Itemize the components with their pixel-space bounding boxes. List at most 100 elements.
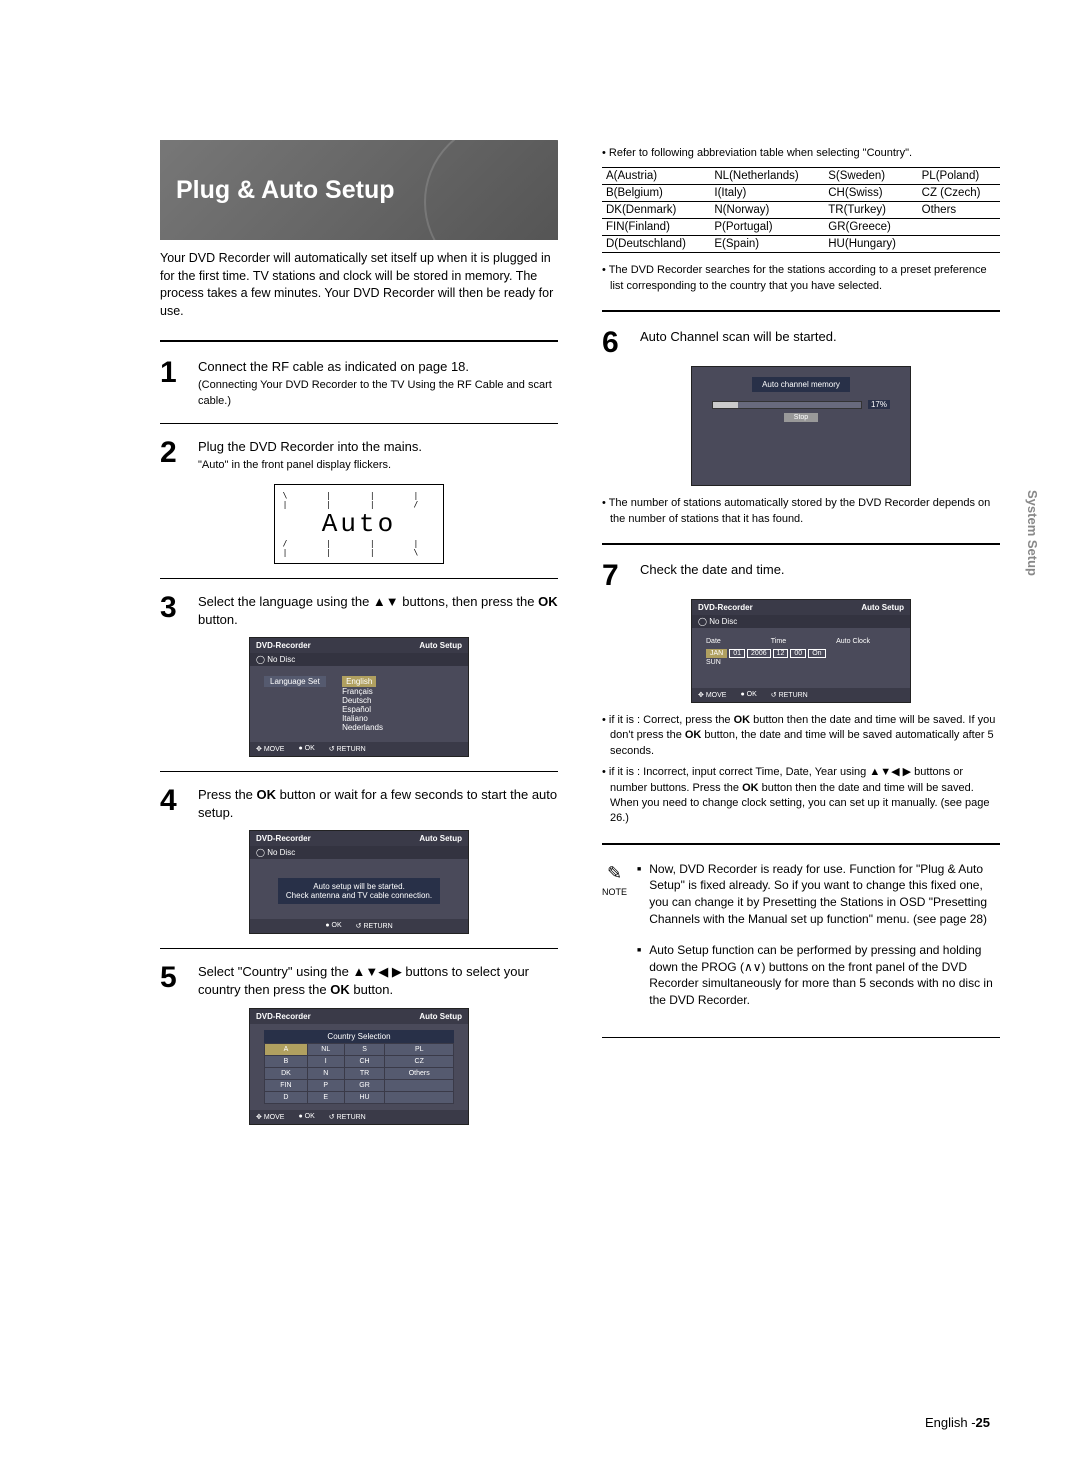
date-field[interactable]: 01 — [729, 649, 745, 658]
channel-memory-title: Auto channel memory — [752, 377, 850, 392]
country-cell[interactable]: N — [307, 1067, 344, 1079]
footer-language: English - — [925, 1415, 976, 1430]
divider — [602, 843, 1000, 845]
country-cell[interactable]: Others — [385, 1067, 454, 1079]
table-cell: NL(Netherlands) — [710, 168, 824, 185]
step-text: Press the OK button or wait for a few se… — [198, 786, 558, 822]
lcd-text: Auto — [281, 509, 437, 539]
osd-ok: OK — [332, 922, 342, 929]
progress-percent: 17% — [868, 400, 890, 409]
country-cell[interactable] — [385, 1091, 454, 1103]
country-cell[interactable]: GR — [344, 1079, 385, 1091]
right-column: • Refer to following abbreviation table … — [602, 140, 1000, 1135]
osd-ok: OK — [305, 1113, 315, 1120]
country-cell[interactable]: DK — [265, 1067, 308, 1079]
country-cell[interactable]: NL — [307, 1043, 344, 1055]
autoclock-label: Auto Clock — [836, 638, 870, 645]
divider — [160, 340, 558, 342]
country-cell[interactable]: P — [307, 1079, 344, 1091]
step-text: Connect the RF cable as indicated on pag… — [198, 358, 558, 376]
progress-bar — [712, 401, 862, 409]
country-grid-table: ANLSPL BICHCZ DKNTROthers FINPGR DEHU — [264, 1043, 454, 1104]
sidebar-section-label: System Setup — [1025, 490, 1040, 576]
country-cell[interactable]: S — [344, 1043, 385, 1055]
language-option[interactable]: Nederlands — [342, 723, 383, 732]
left-column: Plug & Auto Setup Your DVD Recorder will… — [160, 140, 558, 1135]
stop-button[interactable]: Stop — [784, 413, 818, 422]
osd-title: DVD-Recorder — [256, 834, 311, 843]
country-cell[interactable]: FIN — [265, 1079, 308, 1091]
note-item: Auto Setup function can be performed by … — [649, 942, 1000, 1009]
osd-corner: Auto Setup — [419, 1012, 462, 1021]
bullet-7b: • if it is : Incorrect, input correct Ti… — [602, 765, 1000, 827]
step-7: 7 Check the date and time. — [602, 561, 1000, 591]
language-option[interactable]: Deutsch — [342, 696, 371, 705]
divider — [160, 578, 558, 579]
table-cell: B(Belgium) — [602, 185, 710, 202]
country-cell[interactable]: TR — [344, 1067, 385, 1079]
table-cell: N(Norway) — [710, 202, 824, 219]
step-number: 2 — [160, 438, 188, 474]
date-field[interactable]: 00 — [790, 649, 806, 658]
language-option[interactable]: Français — [342, 687, 373, 696]
table-cell: E(Spain) — [710, 236, 824, 253]
table-cell: DK(Denmark) — [602, 202, 710, 219]
table-cell — [918, 236, 1000, 253]
step-number: 6 — [602, 328, 630, 358]
country-cell[interactable]: E — [307, 1091, 344, 1103]
osd-return: RETURN — [363, 923, 392, 930]
date-field[interactable]: 12 — [773, 649, 789, 658]
divider — [160, 948, 558, 949]
note-label: NOTE — [602, 886, 627, 899]
table-cell: S(Sweden) — [824, 168, 917, 185]
osd-return: RETURN — [779, 692, 808, 699]
date-field[interactable]: 2006 — [747, 649, 771, 658]
step-number: 5 — [160, 963, 188, 999]
osd-move: MOVE — [264, 1114, 285, 1121]
step-6: 6 Auto Channel scan will be started. — [602, 328, 1000, 358]
table-cell: Others — [918, 202, 1000, 219]
table-cell: P(Portugal) — [710, 219, 824, 236]
country-cell[interactable]: CZ — [385, 1055, 454, 1067]
step-subtext: (Connecting Your DVD Recorder to the TV … — [198, 378, 558, 409]
abbr-intro: • Refer to following abbreviation table … — [602, 146, 1000, 161]
language-option[interactable]: English — [342, 676, 376, 687]
step-number: 3 — [160, 593, 188, 629]
country-cell[interactable]: I — [307, 1055, 344, 1067]
osd-nodisc: No Disc — [267, 848, 295, 857]
country-cell[interactable]: PL — [385, 1043, 454, 1055]
page-footer: English -25 — [925, 1415, 990, 1430]
bullet-7a: • if it is : Correct, press the OK butto… — [602, 713, 1000, 759]
osd-datetime: DVD-RecorderAuto Setup ◯ No Disc Date Ti… — [691, 599, 911, 703]
divider — [160, 771, 558, 772]
country-cell[interactable]: D — [265, 1091, 308, 1103]
table-cell: I(Italy) — [710, 185, 824, 202]
language-label: Language Set — [264, 676, 326, 687]
step-2: 2 Plug the DVD Recorder into the mains. … — [160, 438, 558, 474]
language-option[interactable]: Español — [342, 705, 371, 714]
step-text: Plug the DVD Recorder into the mains. — [198, 438, 558, 456]
step-number: 4 — [160, 786, 188, 822]
country-cell[interactable]: HU — [344, 1091, 385, 1103]
country-cell[interactable] — [385, 1079, 454, 1091]
language-option[interactable]: Italiano — [342, 714, 368, 723]
step-5: 5 Select "Country" using the ▲▼◀ ▶ butto… — [160, 963, 558, 999]
country-cell[interactable]: CH — [344, 1055, 385, 1067]
osd-ok: OK — [305, 745, 315, 752]
day-label: SUN — [706, 659, 896, 666]
divider — [602, 1037, 1000, 1038]
time-label: Time — [771, 638, 786, 645]
divider — [602, 310, 1000, 312]
osd-title: DVD-Recorder — [256, 641, 311, 650]
osd-title: DVD-Recorder — [256, 1012, 311, 1021]
date-field[interactable]: On — [808, 649, 825, 658]
osd-language: DVD-RecorderAuto Setup ◯ No Disc Languag… — [249, 637, 469, 757]
table-cell: FIN(Finland) — [602, 219, 710, 236]
note-icon: ✎NOTE — [602, 861, 627, 1023]
table-cell: D(Deutschland) — [602, 236, 710, 253]
table-cell: A(Austria) — [602, 168, 710, 185]
step-subtext: "Auto" in the front panel display flicke… — [198, 458, 558, 473]
country-cell[interactable]: B — [265, 1055, 308, 1067]
country-cell[interactable]: A — [265, 1043, 308, 1055]
date-field[interactable]: JAN — [706, 649, 727, 658]
